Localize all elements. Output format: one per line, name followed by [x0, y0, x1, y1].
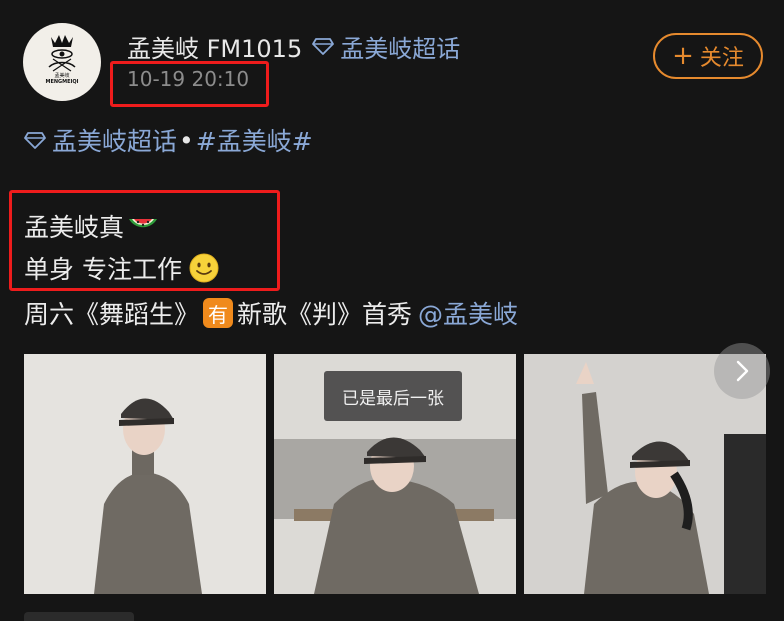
topic-line: 孟美岐超话 • #孟美岐#	[24, 122, 313, 158]
post-line-3-after: 新歌《判》首秀	[237, 300, 413, 329]
diamond-icon	[24, 132, 46, 149]
supertopic-link[interactable]: 孟美岐超话	[312, 29, 460, 64]
avatar[interactable]: 孟美岐 MENGMEIQI	[23, 23, 101, 101]
plus-icon: +	[672, 41, 694, 71]
diamond-icon	[312, 38, 335, 55]
next-post-thumbnail-edge	[24, 612, 134, 621]
mention-link[interactable]: @孟美岐	[418, 295, 518, 331]
post-line-3-before: 周六《舞蹈生》	[24, 300, 200, 329]
chevron-right-icon	[736, 360, 749, 382]
photo-1-image	[24, 354, 266, 594]
follow-label: 关注	[699, 46, 744, 71]
gallery-next-button[interactable]	[714, 343, 770, 399]
hashtag-link[interactable]: #孟美岐#	[196, 122, 313, 158]
follow-button[interactable]: + 关注	[653, 33, 763, 79]
crown-logo-icon	[48, 35, 76, 72]
username[interactable]: 孟美岐 FM1015	[127, 29, 302, 64]
highlight-box-text	[9, 190, 280, 291]
last-photo-toast: 已是最后一张	[324, 371, 462, 421]
photo-1[interactable]	[24, 354, 266, 594]
you-badge: 有	[203, 298, 234, 328]
topic-tag-link[interactable]: 孟美岐超话	[52, 122, 177, 158]
highlight-box-timestamp	[110, 61, 269, 107]
separator-dot: •	[179, 125, 194, 155]
post-line-3: 周六《舞蹈生》 有 新歌《判》首秀 @孟美岐	[24, 295, 518, 331]
supertopic-link-label: 孟美岐超话	[340, 34, 461, 63]
avatar-subtext: MENGMEIQI	[45, 79, 79, 85]
